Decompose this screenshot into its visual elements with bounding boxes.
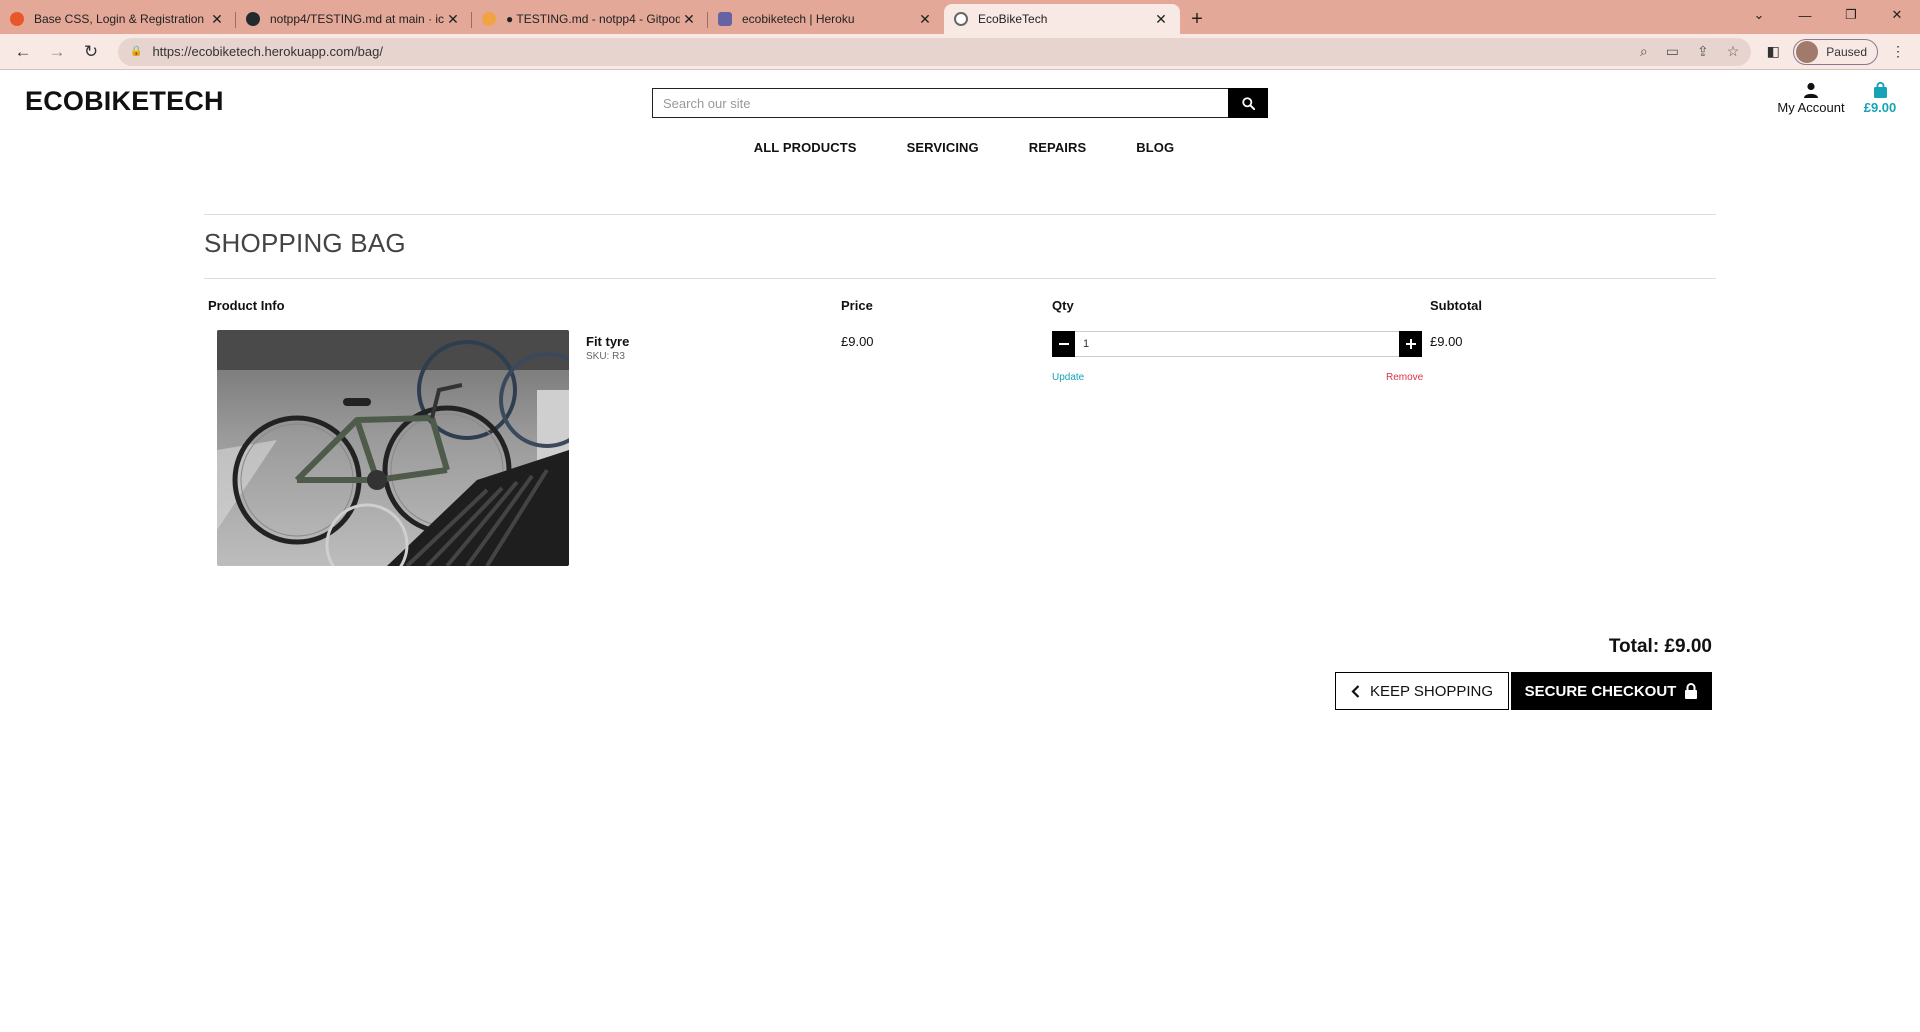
card-icon[interactable]: ▭: [1666, 43, 1679, 60]
tab-title: notpp4/TESTING.md at main · ict: [270, 12, 444, 26]
close-tab-icon[interactable]: ✕: [444, 11, 462, 28]
search-input[interactable]: [652, 88, 1228, 118]
main-nav: ALL PRODUCTS SERVICING REPAIRS BLOG: [0, 140, 1920, 155]
quantity-input[interactable]: [1075, 331, 1399, 357]
close-tab-icon[interactable]: ✕: [916, 11, 934, 28]
chevron-left-icon: [1351, 684, 1360, 698]
column-header-product: Product Info: [208, 298, 285, 313]
bag-total: £9.00: [1863, 100, 1897, 115]
browser-tab[interactable]: Base CSS, Login & Registration R ✕: [0, 4, 236, 34]
page-title: SHOPPING BAG: [204, 228, 406, 258]
minus-icon: [1058, 343, 1069, 345]
column-header-qty: Qty: [1052, 298, 1074, 313]
gitpod-icon: [482, 12, 496, 26]
product-subtotal: £9.00: [1430, 334, 1463, 349]
close-window-icon[interactable]: ✕: [1874, 0, 1920, 30]
column-header-subtotal: Subtotal: [1430, 298, 1482, 313]
site-logo[interactable]: ECOBIKETECH: [25, 86, 224, 117]
product-name: Fit tyre: [586, 334, 630, 349]
tab-title: ecobiketech | Heroku: [742, 12, 855, 26]
side-panel-icon[interactable]: ◧: [1759, 43, 1787, 60]
product-image: [217, 330, 569, 566]
tab-title: EcoBikeTech: [978, 12, 1048, 26]
close-tab-icon[interactable]: ✕: [680, 11, 698, 28]
increment-button[interactable]: [1399, 331, 1422, 357]
update-link[interactable]: Update: [1052, 372, 1084, 383]
tab-favicon: [10, 12, 24, 26]
search-button[interactable]: [1228, 88, 1268, 118]
tab-title: ● TESTING.md - notpp4 - Gitpod: [506, 12, 680, 26]
lock-icon: [1685, 683, 1698, 699]
profile-button[interactable]: Paused: [1793, 38, 1878, 65]
globe-icon: [954, 12, 968, 26]
remove-link[interactable]: Remove: [1386, 372, 1423, 383]
secure-checkout-button[interactable]: SECURE CHECKOUT: [1511, 672, 1712, 710]
checkout-label: SECURE CHECKOUT: [1524, 682, 1677, 700]
bag-total-amount: Total: £9.00: [1608, 636, 1712, 657]
site-page: ECOBIKETECH My Account £9.00: [0, 70, 1920, 1032]
nav-blog[interactable]: BLOG: [1136, 140, 1174, 155]
keep-shopping-button[interactable]: KEEP SHOPPING: [1335, 672, 1509, 710]
nav-repairs[interactable]: REPAIRS: [1029, 140, 1087, 155]
heroku-icon: [718, 12, 732, 26]
tab-title: Base CSS, Login & Registration R: [34, 12, 208, 26]
browser-tab[interactable]: ● TESTING.md - notpp4 - Gitpod ✕: [472, 4, 708, 34]
my-account-link[interactable]: My Account: [1756, 82, 1866, 115]
divider: [204, 214, 1716, 215]
browser-tab[interactable]: ecobiketech | Heroku ✕: [708, 4, 944, 34]
close-tab-icon[interactable]: ✕: [208, 11, 226, 28]
browser-tab-bar: Base CSS, Login & Registration R ✕ notpp…: [0, 0, 1920, 34]
search-form: [652, 88, 1268, 118]
bookmark-star-icon[interactable]: ☆: [1727, 43, 1740, 60]
reload-icon[interactable]: ↻: [76, 37, 106, 67]
search-icon: [1241, 96, 1255, 110]
quantity-stepper: [1052, 331, 1422, 357]
user-icon: [1804, 82, 1818, 98]
tab-search-icon[interactable]: ⌄: [1736, 0, 1782, 30]
keep-shopping-label: KEEP SHOPPING: [1369, 682, 1494, 700]
github-icon: [246, 12, 260, 26]
url-text[interactable]: https://ecobiketech.herokuapp.com/bag/: [152, 44, 1621, 59]
restore-icon[interactable]: ❐: [1828, 0, 1874, 30]
nav-servicing[interactable]: SERVICING: [907, 140, 979, 155]
browser-tab[interactable]: notpp4/TESTING.md at main · ict ✕: [236, 4, 472, 34]
back-icon[interactable]: ←: [8, 37, 38, 67]
plus-icon: [1405, 339, 1416, 349]
close-tab-icon[interactable]: ✕: [1152, 11, 1170, 28]
profile-status: Paused: [1826, 44, 1867, 59]
shopping-bag-icon: [1873, 82, 1887, 98]
column-header-price: Price: [841, 298, 873, 313]
menu-kebab-icon[interactable]: ⋮: [1884, 43, 1912, 60]
share-icon[interactable]: ⇪: [1697, 43, 1709, 60]
window-controls: ⌄ — ❐ ✕: [1736, 0, 1920, 30]
browser-toolbar: ← → ↻ 🔒 https://ecobiketech.herokuapp.co…: [0, 34, 1920, 70]
address-bar[interactable]: 🔒 https://ecobiketech.herokuapp.com/bag/…: [118, 37, 1752, 66]
zoom-icon[interactable]: ⌕: [1640, 43, 1648, 60]
lock-icon[interactable]: 🔒: [130, 46, 142, 57]
forward-icon[interactable]: →: [42, 37, 72, 67]
product-sku: SKU: R3: [586, 351, 625, 362]
browser-tab-active[interactable]: EcoBikeTech ✕: [944, 4, 1180, 34]
decrement-button[interactable]: [1052, 331, 1075, 357]
avatar: [1796, 40, 1819, 63]
account-label: My Account: [1777, 100, 1845, 115]
product-price: £9.00: [841, 334, 874, 349]
new-tab-icon[interactable]: +: [1180, 4, 1214, 34]
minimize-icon[interactable]: —: [1782, 0, 1828, 30]
shopping-bag-link[interactable]: £9.00: [1858, 82, 1902, 115]
divider: [204, 278, 1716, 279]
nav-all-products[interactable]: ALL PRODUCTS: [754, 140, 857, 155]
